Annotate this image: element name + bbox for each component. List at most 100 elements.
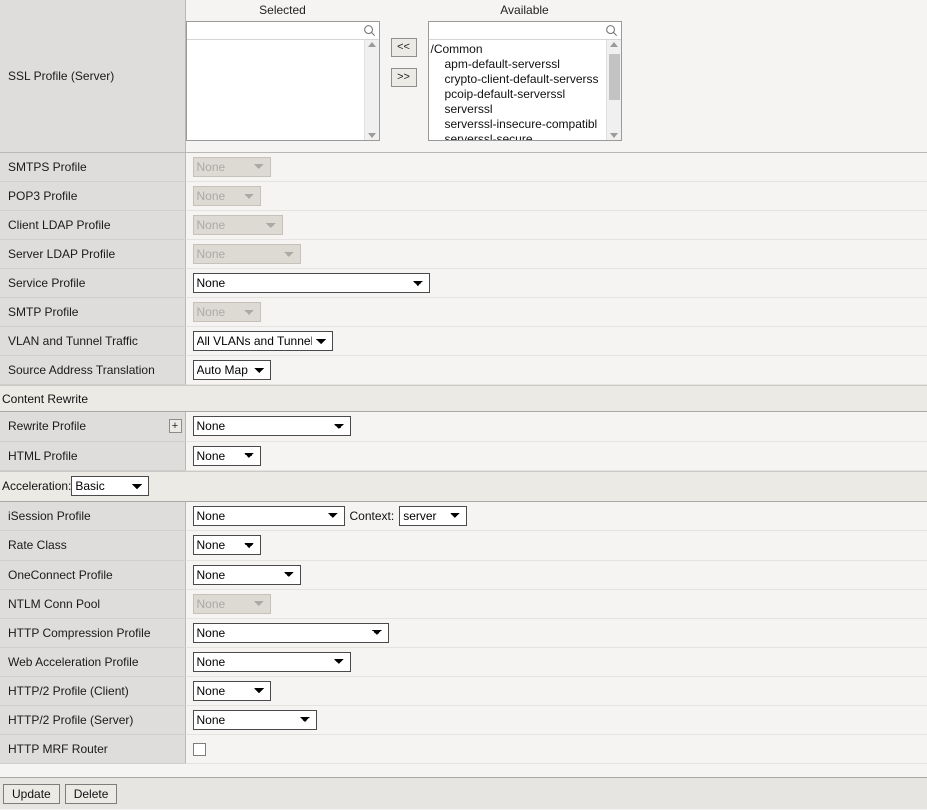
selected-column: Selected — [186, 3, 380, 141]
form-row: HTTP/2 Profile (Client) None — [0, 676, 927, 705]
form-row: Server LDAP ProfileNone — [0, 240, 927, 269]
update-button[interactable]: Update — [3, 784, 60, 804]
form-row-value-cell: None — [185, 269, 927, 298]
content-rewrite-section-header: Content Rewrite — [0, 385, 927, 412]
available-column: Available /Commonapm-default-serverss — [428, 3, 622, 141]
available-list[interactable]: /Commonapm-default-serversslcrypto-clien… — [429, 40, 621, 140]
virtual-server-properties-page: SSL Profile (Server) Selected — [0, 0, 927, 810]
available-list-item[interactable]: crypto-client-default-serverss — [431, 72, 606, 87]
form-row-label-cell: NTLM Conn Pool — [0, 589, 185, 618]
form-row: Rate Class None — [0, 531, 927, 560]
form-row: Client LDAP Profile None — [0, 211, 927, 240]
isession-context-label: Context: — [350, 509, 395, 523]
form-row: VLAN and Tunnel Traffic All VLANs and Tun… — [0, 327, 927, 356]
form-row: SMTP Profile None — [0, 298, 927, 327]
isession-controls: None Context: server — [193, 506, 927, 526]
form-row-label-cell: POP3 Profile — [0, 182, 185, 211]
form-row-select[interactable]: None — [193, 565, 301, 585]
form-row-label-cell: HTTP/2 Profile (Server) — [0, 705, 185, 734]
form-row-value-cell: None — [185, 647, 927, 676]
form-row-label: POP3 Profile — [8, 189, 77, 203]
scroll-up-icon[interactable] — [368, 42, 376, 47]
form-row-select: None — [193, 186, 261, 206]
scroll-down-icon[interactable] — [610, 133, 618, 138]
html-profile-select[interactable]: None — [193, 446, 261, 466]
rewrite-profile-select[interactable]: None — [193, 416, 351, 436]
isession-profile-label-cell: iSession Profile — [0, 502, 185, 531]
scroll-up-icon[interactable] — [610, 42, 618, 47]
form-row-select[interactable]: None — [193, 681, 271, 701]
move-right-button[interactable]: >> — [391, 68, 417, 87]
acceleration-mode-select[interactable]: Basic — [71, 476, 149, 496]
html-profile-label-cell: HTML Profile — [0, 441, 185, 470]
selected-search-input[interactable] — [187, 23, 379, 39]
form-row-select[interactable]: None — [193, 535, 261, 555]
acceleration-rows-table: Rate Class None OneConnect Profile None NTLM… — [0, 531, 927, 735]
scrollbar-thumb[interactable] — [609, 54, 620, 100]
available-list-item[interactable]: apm-default-serverssl — [431, 57, 606, 72]
available-group-label: /Common — [431, 42, 606, 57]
form-row-value-cell: None — [185, 705, 927, 734]
delete-button[interactable]: Delete — [65, 784, 118, 804]
available-scrollbar[interactable] — [606, 40, 621, 140]
form-row-select[interactable]: All VLANs and Tunnels — [193, 331, 333, 351]
rewrite-profile-add-button[interactable]: + — [169, 419, 182, 433]
form-row-label: Rate Class — [8, 538, 67, 552]
available-list-item[interactable]: serverssl-insecure-compatibl — [431, 117, 606, 132]
available-list-item[interactable]: serverssl — [431, 102, 606, 117]
available-search-input[interactable] — [429, 23, 621, 39]
form-row: Source Address Translation Auto Map — [0, 356, 927, 385]
bottom-spacer — [0, 764, 927, 777]
form-row: Service Profile None — [0, 269, 927, 298]
form-row-select[interactable]: Auto Map — [193, 360, 271, 380]
rewrite-profile-value-cell: None — [185, 412, 927, 441]
form-row-value-cell: None — [185, 182, 927, 211]
form-row-label-cell: VLAN and Tunnel Traffic — [0, 327, 185, 356]
form-row-label-cell: Server LDAP Profile — [0, 240, 185, 269]
available-list-item[interactable]: pcoip-default-serverssl — [431, 87, 606, 102]
rewrite-profile-label: Rewrite Profile — [8, 419, 86, 433]
http-mrf-router-checkbox[interactable] — [193, 743, 206, 756]
form-row-label: Service Profile — [8, 276, 85, 290]
available-search-wrap[interactable] — [429, 22, 621, 40]
selected-scrollbar[interactable] — [364, 40, 379, 140]
selected-box — [186, 21, 380, 141]
form-row-label: SMTP Profile — [8, 305, 78, 319]
form-row-select[interactable]: None — [193, 623, 389, 643]
available-items: /Commonapm-default-serversslcrypto-clien… — [429, 40, 606, 140]
form-row-label-cell: HTTP/2 Profile (Client) — [0, 676, 185, 705]
form-row-value-cell: None — [185, 153, 927, 182]
http-mrf-router-value-cell — [185, 735, 927, 764]
dual-list-picker: Selected — [186, 0, 927, 141]
form-row-label-cell: Source Address Translation — [0, 356, 185, 385]
isession-context-select[interactable]: server — [399, 506, 467, 526]
form-row-select: None — [193, 215, 283, 235]
isession-profile-row: iSession Profile None Context: server — [0, 502, 927, 531]
selected-title: Selected — [259, 3, 306, 18]
ssl-profile-server-label-cell: SSL Profile (Server) — [0, 0, 185, 152]
form-row: POP3 Profile None — [0, 182, 927, 211]
form-row-label: Web Acceleration Profile — [8, 655, 139, 669]
form-row-label-cell: Client LDAP Profile — [0, 211, 185, 240]
form-row-label: Source Address Translation — [8, 363, 155, 377]
form-row-select[interactable]: None — [193, 652, 351, 672]
selected-search-wrap[interactable] — [187, 22, 379, 40]
move-buttons: << >> — [391, 3, 417, 87]
ssl-profile-table: SSL Profile (Server) Selected — [0, 0, 927, 153]
form-row: HTTP/2 Profile (Server) None — [0, 705, 927, 734]
selected-list[interactable] — [187, 40, 379, 140]
available-list-item[interactable]: serverssl-secure — [431, 132, 606, 140]
form-row-label: OneConnect Profile — [8, 568, 113, 582]
form-row-select: None — [193, 302, 261, 322]
form-row-select[interactable]: None — [193, 273, 430, 293]
form-row-value-cell: None — [185, 240, 927, 269]
form-row-label-cell: Rate Class — [0, 531, 185, 560]
form-row-label: NTLM Conn Pool — [8, 597, 100, 611]
form-row-label: HTTP Compression Profile — [8, 626, 151, 640]
move-left-button[interactable]: << — [391, 38, 417, 57]
form-row-select[interactable]: None — [193, 710, 317, 730]
scroll-down-icon[interactable] — [368, 133, 376, 138]
form-row-label-cell: OneConnect Profile — [0, 560, 185, 589]
http-mrf-router-label: HTTP MRF Router — [8, 742, 108, 756]
isession-profile-select[interactable]: None — [193, 506, 345, 526]
